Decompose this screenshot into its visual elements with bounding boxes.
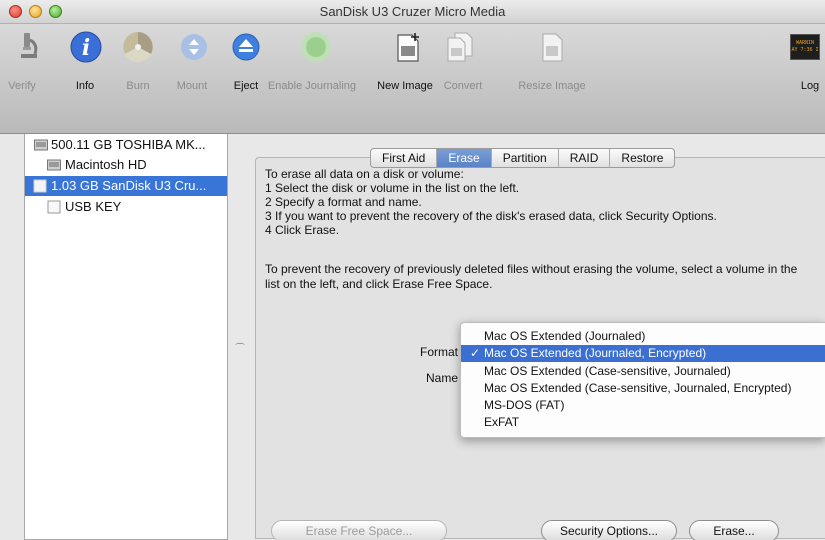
free-space-note: To prevent the recovery of previously de… bbox=[265, 262, 798, 291]
sidebar-item-label: 1.03 GB SanDisk U3 Cru... bbox=[51, 178, 207, 193]
sidebar-item-label: 500.11 GB TOSHIBA MK... bbox=[51, 137, 206, 152]
format-label: Format bbox=[419, 345, 458, 359]
sidebar-item-macintosh-hd[interactable]: Macintosh HD bbox=[25, 155, 227, 175]
tab-first-aid[interactable]: First Aid bbox=[371, 149, 436, 167]
hard-disk-icon bbox=[34, 139, 48, 151]
burn-button[interactable] bbox=[118, 30, 158, 67]
svg-text:i: i bbox=[82, 35, 90, 61]
new-image-icon bbox=[397, 33, 419, 62]
format-option-label: MS-DOS (FAT) bbox=[484, 398, 565, 412]
log-button[interactable]: WARNIN AY 7:36 I bbox=[788, 30, 822, 60]
instruction-line: 2 Specify a format and name. bbox=[265, 195, 422, 209]
info-icon: i bbox=[70, 31, 102, 63]
convert-label: Convert bbox=[443, 80, 483, 92]
info-button[interactable]: i bbox=[66, 30, 106, 67]
format-option-label: Mac OS Extended (Journaled, Encrypted) bbox=[484, 346, 707, 360]
verify-button[interactable] bbox=[6, 30, 50, 67]
resize-image-icon bbox=[542, 33, 563, 62]
erase-free-space-button[interactable]: Erase Free Space... bbox=[271, 520, 447, 540]
checkmark-icon: ✓ bbox=[470, 346, 481, 360]
tab-bar: First Aid Erase Partition RAID Restore bbox=[370, 148, 676, 168]
new-image-label: New Image bbox=[377, 80, 433, 92]
usb-volume-icon bbox=[47, 200, 61, 214]
microscope-icon bbox=[21, 33, 38, 58]
format-option-label: Mac OS Extended (Journaled) bbox=[484, 329, 646, 343]
mount-icon bbox=[181, 34, 207, 60]
format-option[interactable]: Mac OS Extended (Journaled) bbox=[461, 328, 825, 345]
resize-image-label: Resize Image bbox=[518, 80, 586, 92]
instruction-line: 3 If you want to prevent the recovery of… bbox=[265, 209, 717, 223]
format-dropdown-menu[interactable]: Mac OS Extended (Journaled) ✓ Mac OS Ext… bbox=[460, 322, 825, 438]
format-option-selected[interactable]: ✓ Mac OS Extended (Journaled, Encrypted) bbox=[461, 345, 825, 362]
window-title: SanDisk U3 Cruzer Micro Media bbox=[319, 4, 506, 19]
sidebar-item-sandisk-disk[interactable]: 1.03 GB SanDisk U3 Cru... bbox=[25, 176, 227, 196]
hard-disk-icon bbox=[47, 159, 61, 171]
burn-icon bbox=[123, 32, 153, 62]
usb-disk-icon bbox=[33, 179, 47, 193]
eject-label: Eject bbox=[233, 80, 259, 92]
erase-button[interactable]: Erase... bbox=[689, 520, 779, 540]
sidebar-item-usb-key[interactable]: USB KEY bbox=[25, 197, 227, 217]
new-image-button[interactable] bbox=[386, 30, 430, 67]
enable-journaling-button[interactable] bbox=[292, 30, 340, 67]
convert-icon bbox=[447, 32, 473, 62]
splitter-handle[interactable]: ⁀ bbox=[236, 344, 244, 355]
security-options-button[interactable]: Security Options... bbox=[541, 520, 677, 540]
mount-button[interactable] bbox=[174, 30, 214, 67]
tab-partition[interactable]: Partition bbox=[490, 149, 558, 167]
tab-erase[interactable]: Erase bbox=[436, 149, 491, 167]
eject-button[interactable] bbox=[226, 30, 266, 67]
instruction-line: 1 Select the disk or volume in the list … bbox=[265, 181, 520, 195]
tab-raid[interactable]: RAID bbox=[557, 149, 610, 167]
log-icon: WARNIN AY 7:36 I bbox=[790, 34, 820, 60]
resize-image-button[interactable] bbox=[530, 30, 574, 67]
format-option[interactable]: MS-DOS (FAT) bbox=[461, 397, 825, 414]
info-label: Info bbox=[75, 80, 95, 92]
mount-label: Mount bbox=[176, 80, 208, 92]
instruction-line: 4 Click Erase. bbox=[265, 223, 340, 237]
format-option[interactable]: ExFAT bbox=[461, 414, 825, 431]
format-option-label: Mac OS Extended (Case-sensitive, Journal… bbox=[484, 364, 731, 378]
disk-list: 500.11 GB TOSHIBA MK... Macintosh HD 1.0… bbox=[24, 134, 228, 540]
sidebar-item-label: USB KEY bbox=[65, 199, 122, 214]
journaling-icon bbox=[301, 32, 331, 62]
name-label: Name bbox=[425, 371, 458, 385]
format-option[interactable]: Mac OS Extended (Case-sensitive, Journal… bbox=[461, 380, 825, 397]
sidebar-item-toshiba-disk[interactable]: 500.11 GB TOSHIBA MK... bbox=[25, 135, 227, 155]
log-label: Log bbox=[800, 80, 820, 92]
burn-label: Burn bbox=[126, 80, 150, 92]
instruction-line: To erase all data on a disk or volume: bbox=[265, 167, 464, 181]
format-option[interactable]: Mac OS Extended (Case-sensitive, Journal… bbox=[461, 363, 825, 380]
verify-label: Verify bbox=[8, 80, 36, 92]
sidebar-item-label: Macintosh HD bbox=[65, 157, 147, 172]
toolbar: Verify i Info Burn Mount Eject Enable Jo… bbox=[0, 24, 825, 134]
title-bar: SanDisk U3 Cruzer Micro Media bbox=[0, 0, 825, 24]
enable-journaling-label: Enable Journaling bbox=[267, 80, 357, 92]
convert-button[interactable] bbox=[438, 30, 482, 67]
eject-icon bbox=[232, 33, 260, 61]
erase-instructions: To erase all data on a disk or volume: 1… bbox=[265, 167, 717, 237]
format-option-label: Mac OS Extended (Case-sensitive, Journal… bbox=[484, 381, 792, 395]
format-option-label: ExFAT bbox=[484, 415, 520, 429]
tab-restore[interactable]: Restore bbox=[609, 149, 674, 167]
